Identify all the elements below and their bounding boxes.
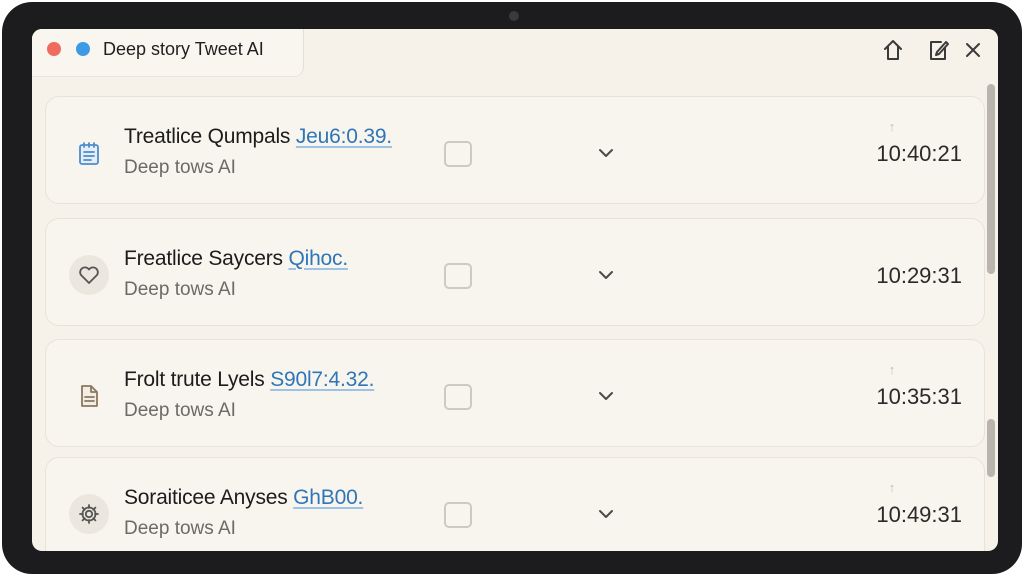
document-icon: [69, 376, 109, 416]
list-item[interactable]: Freatlice Saycers Qihoc. Deep tows AI 10…: [45, 218, 985, 326]
item-checkbox[interactable]: [444, 141, 472, 167]
list-item[interactable]: Frolt trute Lyels S90l7:4.32. Deep tows …: [45, 339, 985, 447]
item-subtitle: Deep tows AI: [124, 157, 236, 178]
list-item[interactable]: Treatlice Qumpals Jeu6:0.39. Deep tows A…: [45, 96, 985, 204]
item-time: 10:49:31: [876, 502, 962, 527]
arrow-up-icon: ↑: [888, 119, 896, 134]
scrollbar-thumb-lower[interactable]: [987, 419, 995, 477]
item-title: Frolt trute Lyels S90l7:4.32.: [124, 368, 375, 391]
item-checkbox[interactable]: [444, 263, 472, 289]
item-tag[interactable]: Jeu6:0.39.: [296, 125, 392, 148]
home-icon[interactable]: [880, 37, 906, 63]
item-subtitle: Deep tows AI: [124, 518, 236, 539]
item-time: 10:29:31: [876, 263, 962, 288]
title-bar: Deep story Tweet AI: [32, 29, 998, 77]
close-icon[interactable]: [960, 37, 986, 63]
chevron-down-icon[interactable]: [594, 143, 618, 163]
item-tag[interactable]: GhB00.: [293, 486, 363, 509]
camera: [509, 11, 519, 21]
item-checkbox[interactable]: [444, 502, 472, 528]
gear-icon: [69, 494, 109, 534]
item-title: Treatlice Qumpals Jeu6:0.39.: [124, 125, 392, 148]
chevron-down-icon[interactable]: [594, 386, 618, 406]
item-subtitle: Deep tows AI: [124, 400, 236, 421]
arrow-up-icon: ↑: [888, 480, 896, 495]
item-time: 10:35:31: [876, 384, 962, 409]
list-item[interactable]: Soraiticee Anyses GhB00. Deep tows AI ↑ …: [45, 457, 985, 551]
edit-icon[interactable]: [925, 37, 951, 63]
tablet-frame: Deep story Tweet AI Treatlice Qumpals Je…: [2, 2, 1022, 574]
app-title: Deep story Tweet AI: [103, 39, 264, 59]
notepad-icon: [69, 133, 109, 173]
item-title: Soraiticee Anyses GhB00.: [124, 486, 364, 509]
item-checkbox[interactable]: [444, 384, 472, 410]
arrow-up-icon: ↑: [888, 362, 896, 377]
item-tag[interactable]: Qihoc.: [288, 247, 348, 270]
item-title: Freatlice Saycers Qihoc.: [124, 247, 348, 270]
chevron-down-icon[interactable]: [594, 504, 618, 524]
scrollbar-thumb[interactable]: [987, 84, 995, 274]
item-subtitle: Deep tows AI: [124, 279, 236, 300]
scrollbar[interactable]: [987, 84, 995, 534]
app-tab[interactable]: Deep story Tweet AI: [32, 29, 304, 77]
close-dot[interactable]: [47, 42, 61, 56]
item-tag[interactable]: S90l7:4.32.: [270, 368, 374, 391]
chevron-down-icon[interactable]: [594, 265, 618, 285]
item-time: 10:40:21: [876, 141, 962, 166]
status-dot[interactable]: [76, 42, 90, 56]
heart-icon: [69, 255, 109, 295]
app-window: Deep story Tweet AI Treatlice Qumpals Je…: [32, 29, 998, 551]
